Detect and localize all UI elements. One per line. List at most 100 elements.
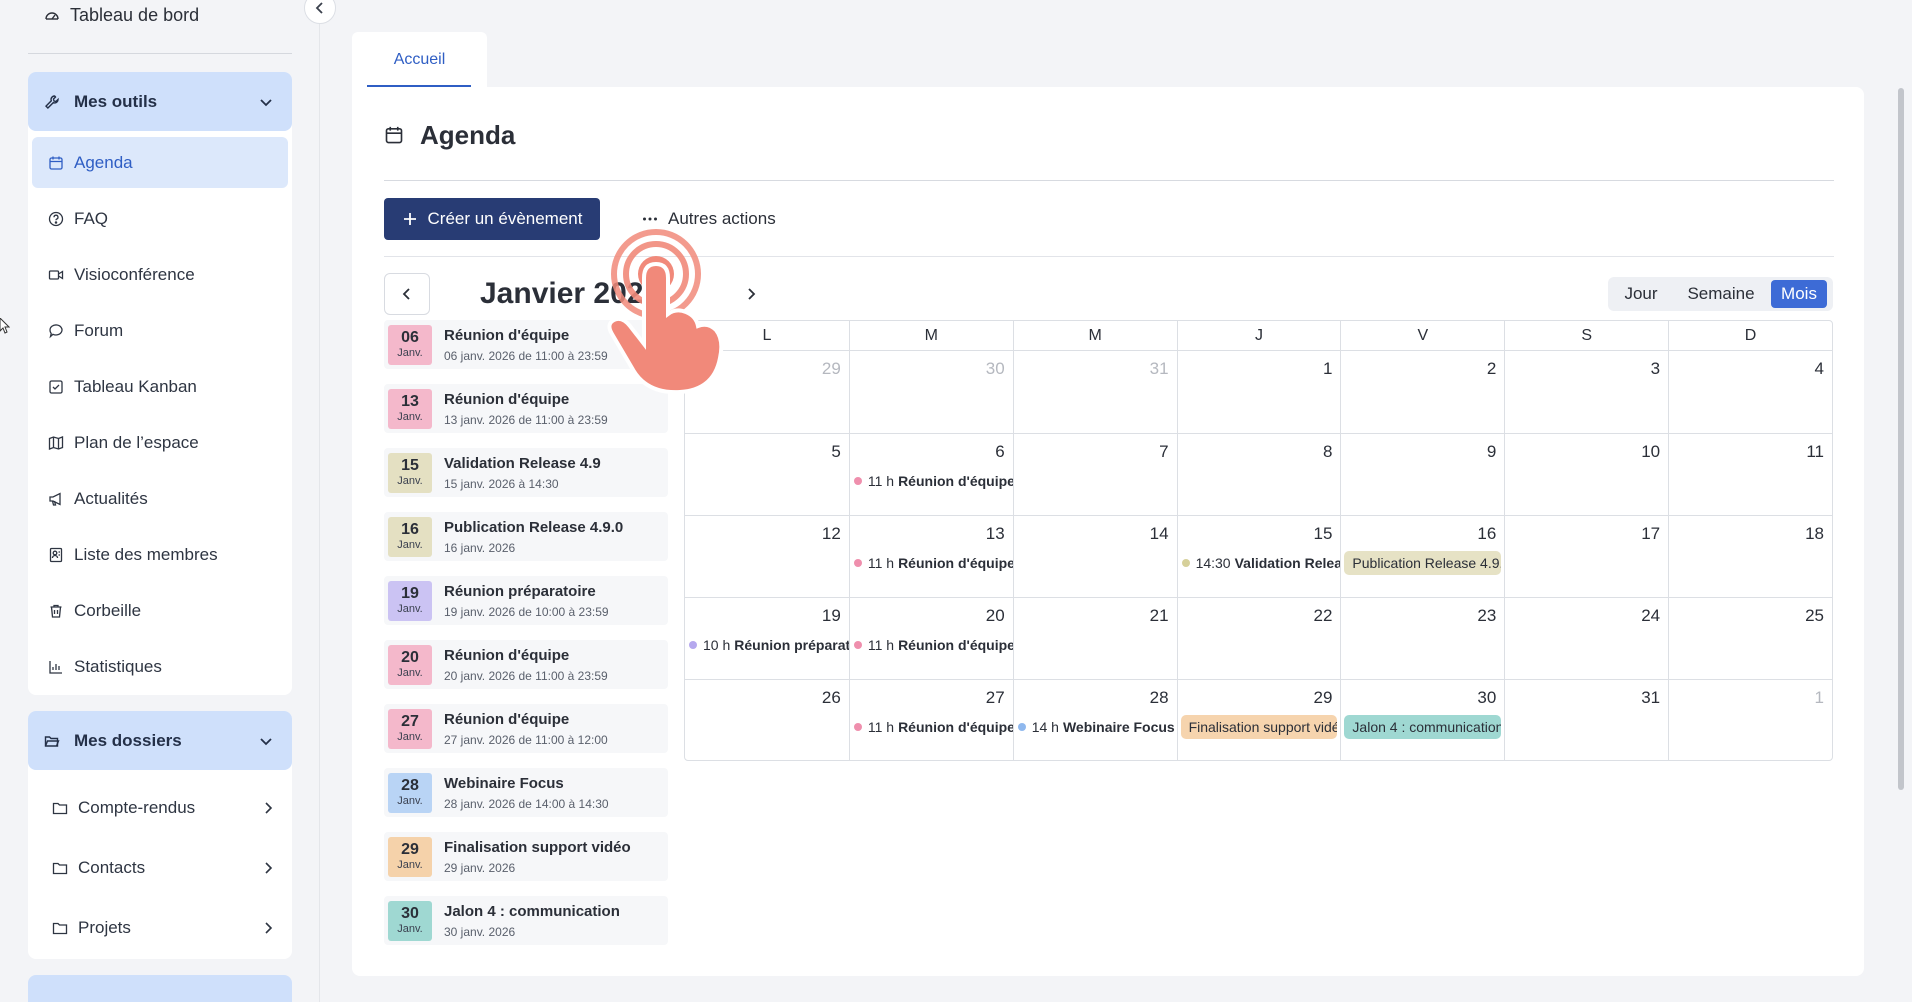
event-list-item[interactable]: 19 Janv. Réunion préparatoire 19 janv. 2026… — [384, 576, 668, 625]
calendar-event[interactable]: 14 h Webinaire Focus — [1017, 716, 1177, 738]
sidebar-item-forum[interactable]: Forum — [32, 305, 288, 356]
view-month-button[interactable]: Mois — [1771, 280, 1827, 308]
calendar-day-cell[interactable]: 27 11 h Réunion d'équipe — [848, 679, 1013, 761]
calendar-event[interactable]: 11 h Réunion d'équipe — [853, 552, 1013, 574]
sidebar-item-visioconf-rence[interactable]: Visioconférence — [32, 249, 288, 300]
bar-chart-icon — [48, 659, 64, 675]
calendar-day-cell[interactable]: 12 — [685, 515, 849, 597]
calendar-day-cell[interactable]: 3 — [1504, 351, 1668, 433]
calendar-day-cell[interactable]: 29 — [685, 351, 849, 433]
calendar-day-cell[interactable]: 15 14:30Validation Release 4.9 — [1176, 515, 1341, 597]
day-number: 16 — [1477, 524, 1497, 543]
view-day-button[interactable]: Jour — [1611, 280, 1671, 308]
settings-panel-header[interactable] — [28, 975, 292, 1002]
view-week-button[interactable]: Semaine — [1671, 280, 1771, 308]
event-title: Réunion préparatoire — [734, 637, 849, 653]
calendar-day-cell[interactable]: 30 Jalon 4 : communication — [1340, 679, 1505, 761]
previous-month-button[interactable] — [384, 273, 430, 315]
chevron-left-icon — [399, 286, 415, 302]
sidebar-item-label: Plan de l’espace — [74, 432, 199, 452]
calendar-day-cell[interactable]: 31 — [1012, 351, 1177, 433]
folder-item-projets[interactable]: Projets — [32, 898, 288, 958]
calendar-day-cell[interactable]: 14 — [1012, 515, 1177, 597]
create-event-button[interactable]: Créer un évènement — [384, 198, 600, 240]
tools-panel-header[interactable]: Mes outils — [28, 72, 292, 131]
calendar-day-cell[interactable]: 28 14 h Webinaire Focus — [1012, 679, 1177, 761]
folders-panel-header[interactable]: Mes dossiers — [28, 711, 292, 770]
calendar-day-cell[interactable]: 29 Finalisation support vidéo — [1176, 679, 1341, 761]
calendar-day-cell[interactable]: 7 — [1012, 433, 1177, 515]
day-number: 31 — [1641, 688, 1661, 707]
calendar-day-cell[interactable]: 18 — [1668, 515, 1832, 597]
calendar-day-cell[interactable]: 25 — [1668, 597, 1832, 679]
sidebar-item-agenda[interactable]: Agenda — [32, 137, 288, 188]
calendar-event[interactable]: 11 h Réunion d'équipe — [853, 470, 1013, 492]
next-month-button[interactable] — [735, 277, 767, 311]
day-number: 24 — [1641, 606, 1661, 625]
calendar-day-cell[interactable]: 19 10 hRéunion préparatoire — [685, 597, 849, 679]
calendar-day-cell[interactable]: 2 — [1340, 351, 1504, 433]
calendar-day-cell[interactable]: 1 — [1176, 351, 1341, 433]
calendar-day-cell[interactable]: 8 — [1176, 433, 1341, 515]
calendar-day-cell[interactable]: 21 — [1012, 597, 1177, 679]
calendar-allday-event[interactable]: Finalisation support vidéo — [1180, 715, 1338, 739]
sidebar-item-label: Tableau Kanban — [74, 376, 197, 396]
calendar-day-cell[interactable]: 10 — [1504, 433, 1669, 515]
calendar-event[interactable]: 10 hRéunion préparatoire — [689, 634, 849, 656]
chevron-right-icon — [260, 860, 276, 876]
calendar-event[interactable]: 11 h Réunion d'équipe — [853, 716, 1013, 738]
calendar-day-cell[interactable]: 5 — [685, 433, 849, 515]
page-scrollbar[interactable] — [1898, 88, 1904, 790]
event-list-item[interactable]: 30 Janv. Jalon 4 : communication 30 janv. 2… — [384, 896, 668, 945]
calendar-event[interactable]: 14:30Validation Release 4.9 — [1181, 552, 1340, 574]
calendar-event[interactable]: 11 h Réunion d'équipe — [853, 634, 1013, 656]
calendar-day-cell[interactable]: 4 — [1668, 351, 1832, 433]
calendar-day-cell[interactable]: 30 — [848, 351, 1013, 433]
calendar-day-cell[interactable]: 16 Publication Release 4.9.0 — [1340, 515, 1505, 597]
sidebar-item-dashboard[interactable]: Tableau de bord — [44, 2, 199, 28]
event-list-item[interactable]: 13 Janv. Réunion d'équipe 13 janv. 2026 de … — [384, 384, 668, 433]
calendar-day-cell[interactable]: 17 — [1504, 515, 1669, 597]
sidebar-item-actualit-s[interactable]: Actualités — [32, 473, 288, 524]
event-list-item[interactable]: 16 Janv. Publication Release 4.9.0 16 janv.… — [384, 512, 668, 561]
sidebar-item-liste-des-membres[interactable]: Liste des membres — [32, 529, 288, 580]
calendar-day-cell[interactable]: 24 — [1504, 597, 1669, 679]
date-badge-month: Janv. — [397, 667, 423, 679]
event-list-item[interactable]: 28 Janv. Webinaire Focus 28 janv. 2026 de 1… — [384, 768, 668, 817]
calendar-day-cell[interactable]: 11 — [1668, 433, 1832, 515]
folder-item-compte-rendus[interactable]: Compte-rendus — [32, 778, 288, 838]
page-title: Agenda — [420, 119, 516, 150]
calendar-day-cell[interactable]: 26 — [685, 679, 849, 761]
folder-item-label: Projets — [78, 918, 131, 937]
calendar-day-cell[interactable]: 31 — [1504, 679, 1669, 761]
event-datetime: 19 janv. 2026 de 10:00 à 23:59 — [444, 604, 609, 619]
sidebar-item-faq[interactable]: FAQ — [32, 193, 288, 244]
folder-icon — [52, 920, 68, 936]
folder-item-contacts[interactable]: Contacts — [32, 838, 288, 898]
day-number: 8 — [1322, 442, 1333, 461]
calendar-day-cell[interactable]: 20 11 h Réunion d'équipe — [848, 597, 1013, 679]
sidebar-item-plan-de-l-espace[interactable]: Plan de l’espace — [32, 417, 288, 468]
folder-item-label: Compte-rendus — [78, 798, 196, 817]
calendar-day-cell[interactable]: 22 — [1176, 597, 1341, 679]
day-number: 30 — [1477, 688, 1497, 707]
calendar-day-cell[interactable]: 23 — [1340, 597, 1505, 679]
event-list-item[interactable]: 15 Janv. Validation Release 4.9 15 janv. 20… — [384, 448, 668, 497]
calendar-day-cell[interactable]: 13 11 h Réunion d'équipe — [848, 515, 1013, 597]
sidebar-item-statistiques[interactable]: Statistiques — [32, 641, 288, 692]
event-list-item[interactable]: 29 Janv. Finalisation support vidéo 29 janv… — [384, 832, 668, 881]
sidebar-item-tableau-kanban[interactable]: Tableau Kanban — [32, 361, 288, 412]
calendar-allday-event[interactable]: Publication Release 4.9.0 — [1344, 551, 1502, 575]
event-list-item[interactable]: 27 Janv. Réunion d'équipe 27 janv. 2026 de … — [384, 704, 668, 753]
event-list-item[interactable]: 06 Janv. Réunion d'équipe 06 janv. 2026 de … — [384, 320, 668, 369]
tab-accueil[interactable]: Accueil — [352, 32, 487, 87]
event-list-item[interactable]: 20 Janv. Réunion d'équipe 20 janv. 2026 de … — [384, 640, 668, 689]
calendar-day-cell[interactable]: 1 — [1668, 679, 1832, 761]
more-actions-button[interactable]: Autres actions — [642, 204, 776, 234]
folders-panel-title: Mes dossiers — [74, 730, 182, 750]
calendar-allday-event[interactable]: Jalon 4 : communication — [1344, 715, 1502, 739]
day-number: 12 — [821, 524, 841, 543]
sidebar-item-corbeille[interactable]: Corbeille — [32, 585, 288, 636]
calendar-day-cell[interactable]: 9 — [1340, 433, 1505, 515]
calendar-day-cell[interactable]: 6 11 h Réunion d'équipe — [848, 433, 1013, 515]
